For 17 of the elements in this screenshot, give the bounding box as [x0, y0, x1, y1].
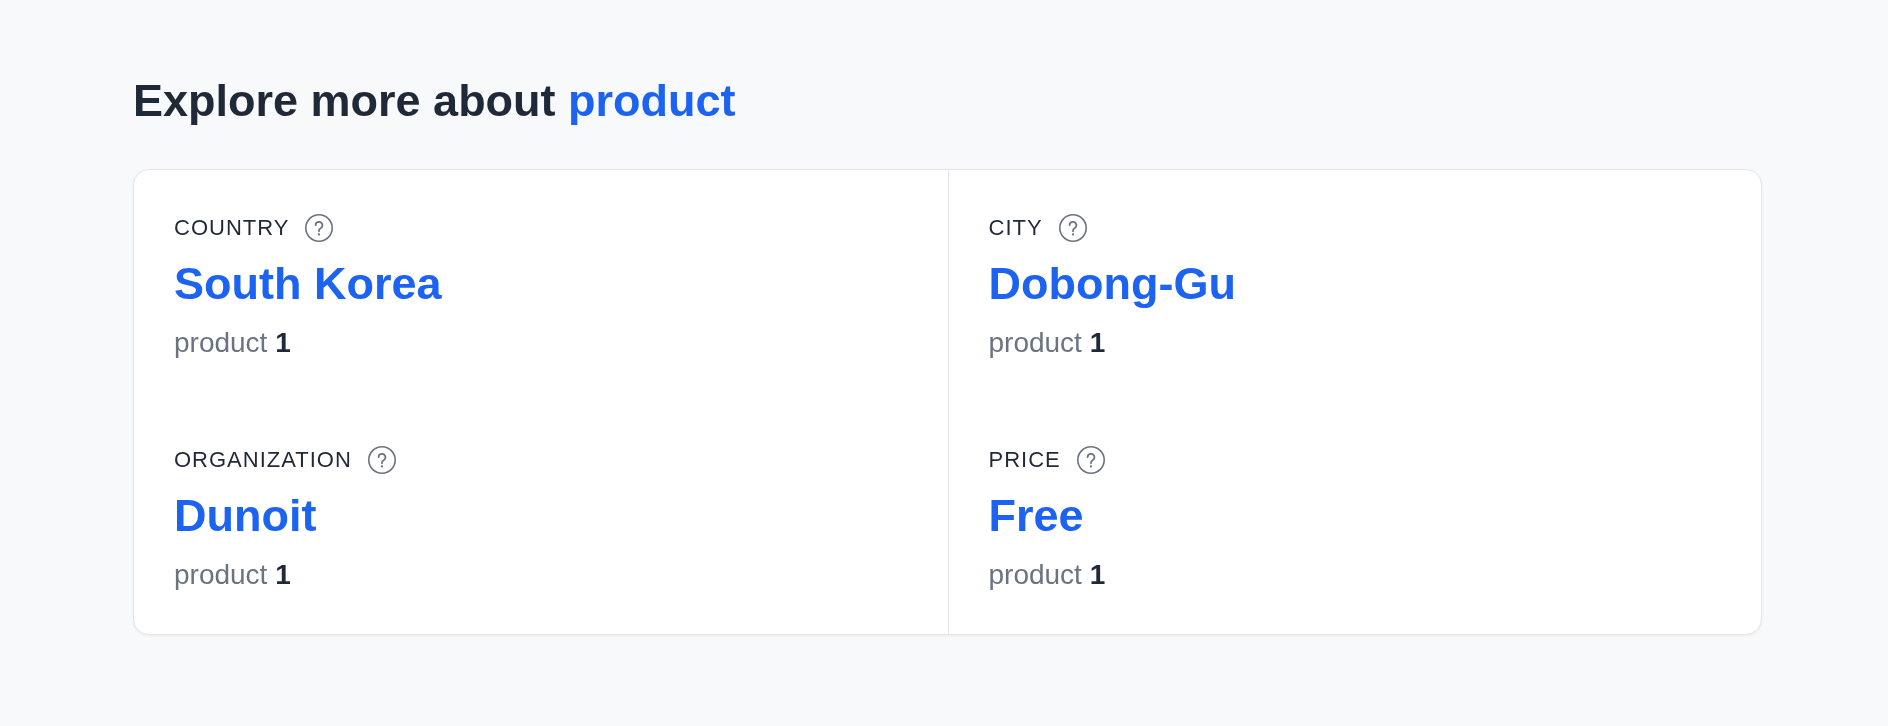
- product-count: product 1: [174, 558, 291, 592]
- field-label: CITY: [988, 215, 1043, 241]
- value-link[interactable]: Free: [988, 489, 1084, 543]
- help-icon[interactable]: [1076, 446, 1105, 474]
- help-icon[interactable]: [305, 214, 334, 242]
- product-count: product 1: [988, 558, 1106, 592]
- help-icon[interactable]: [367, 446, 396, 474]
- product-count: product 1: [988, 326, 1106, 360]
- field-label: COUNTRY: [174, 215, 290, 241]
- field-label: ORGANIZATION: [174, 447, 352, 473]
- value-link[interactable]: Dobong-Gu: [988, 257, 1236, 311]
- product-count: product 1: [174, 326, 291, 360]
- value-link[interactable]: South Korea: [174, 257, 442, 311]
- field-label: PRICE: [988, 447, 1061, 473]
- value-link[interactable]: Dunoit: [174, 489, 317, 543]
- help-icon[interactable]: [1058, 214, 1087, 242]
- section-heading: Explore more about product: [133, 75, 736, 127]
